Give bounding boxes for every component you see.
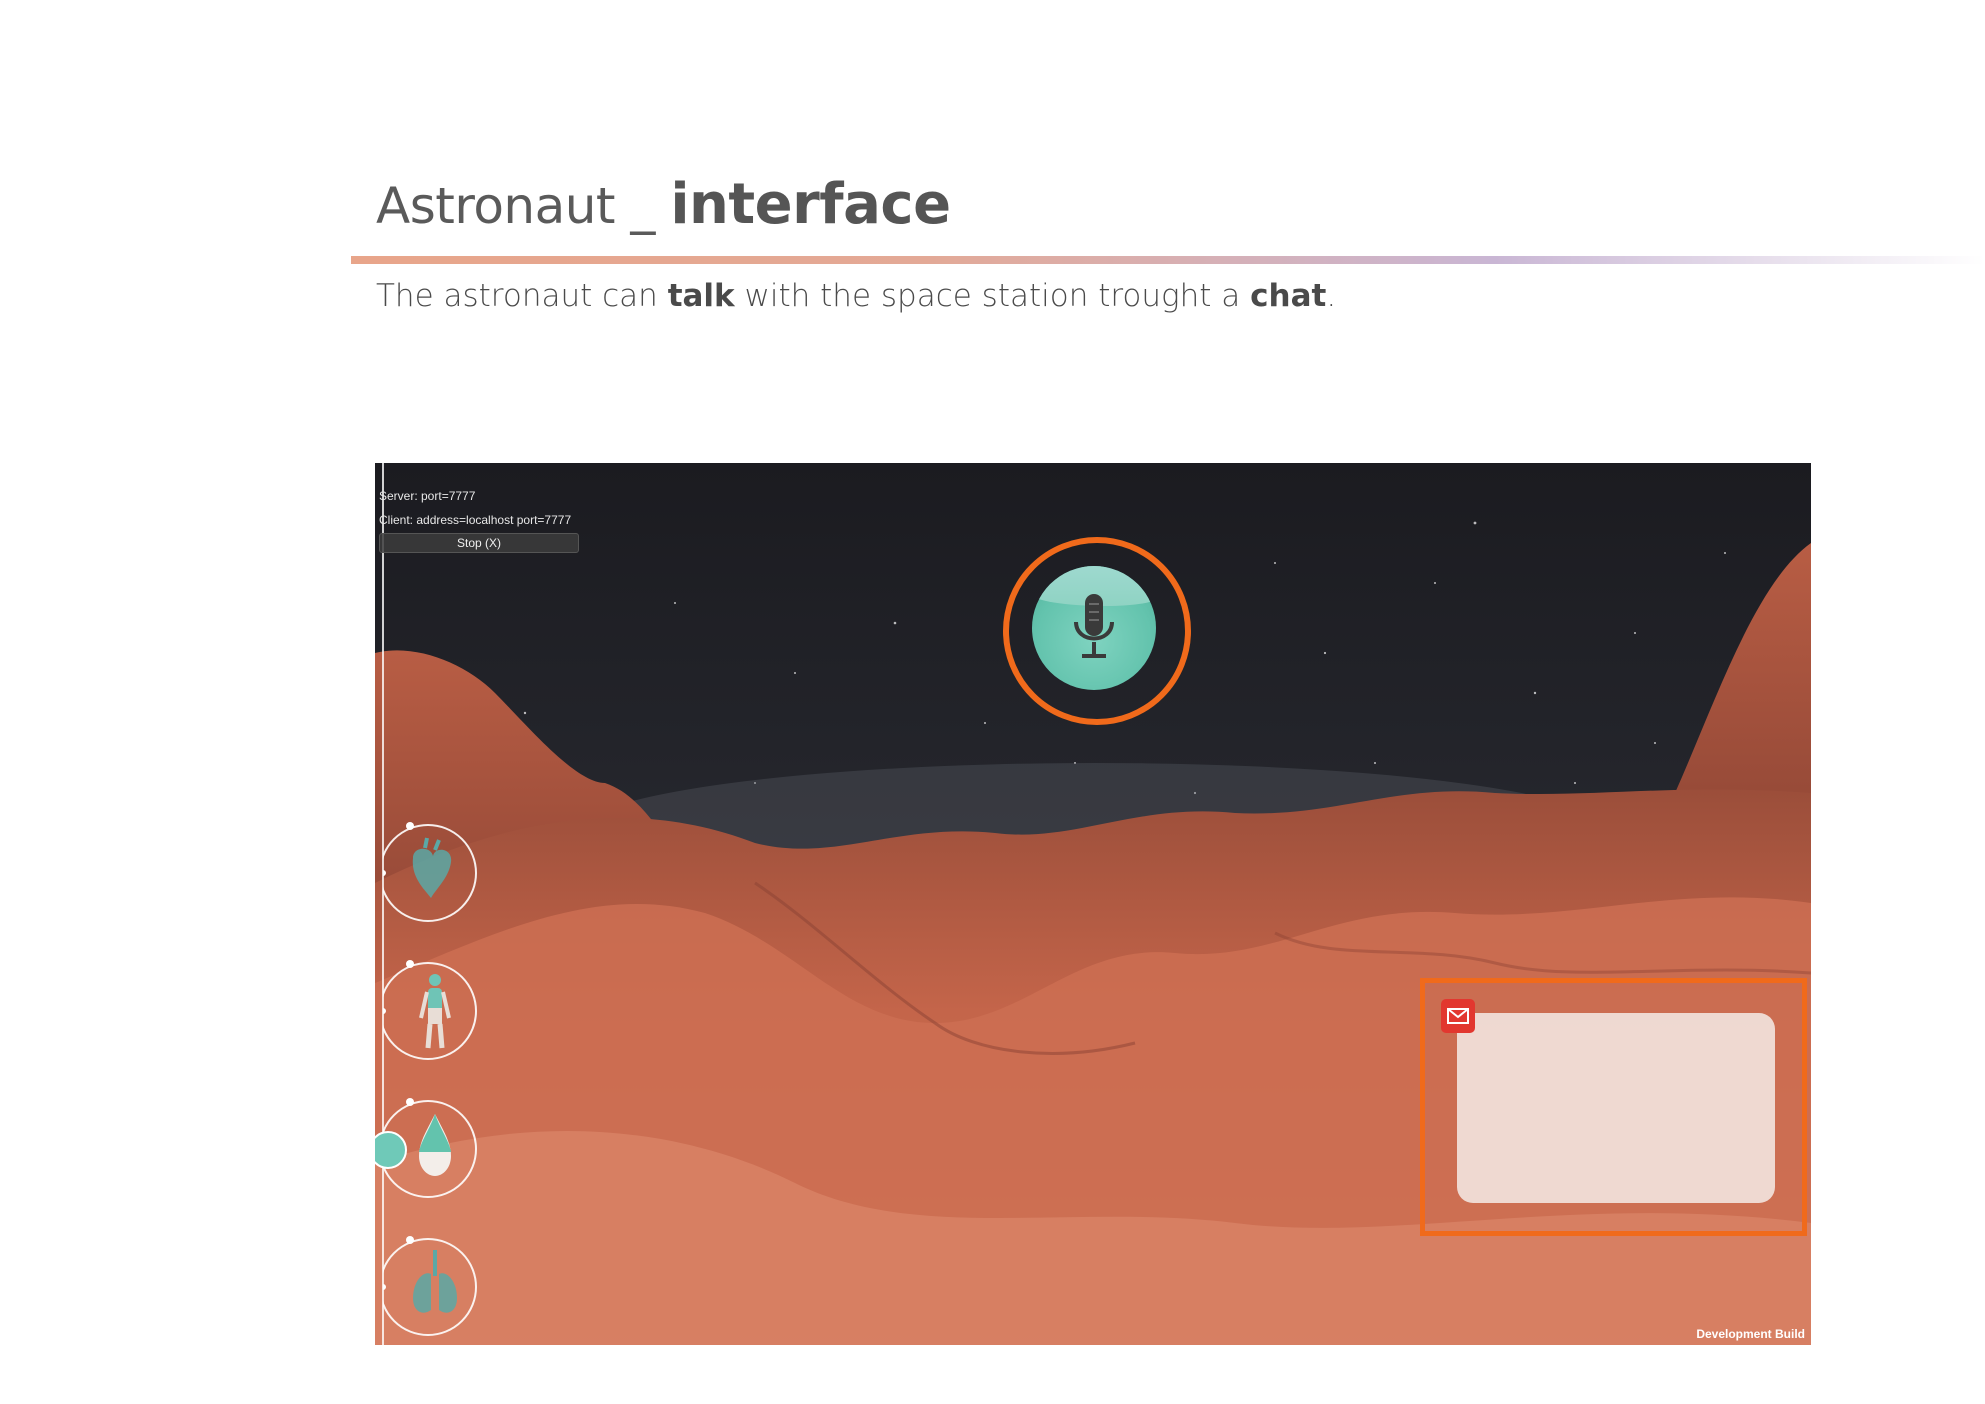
subtitle-text-2: with the space station trought a	[734, 278, 1251, 314]
heart-vital[interactable]	[379, 818, 493, 928]
stop-button[interactable]: Stop (X)	[379, 533, 579, 553]
microphone-icon	[1074, 594, 1114, 658]
page-title-regular: Astronaut _	[376, 177, 671, 235]
mail-button[interactable]	[1441, 999, 1475, 1033]
subtitle-chat: chat	[1250, 278, 1327, 314]
page-title-bold: interface	[670, 172, 951, 237]
body-vital[interactable]	[379, 956, 493, 1066]
heart-icon	[379, 822, 477, 922]
page-title: Astronaut _ interface	[376, 172, 951, 237]
body-icon	[379, 960, 477, 1060]
game-viewport: Server: port=7777 Client: address=localh…	[375, 463, 1811, 1345]
server-label: Server: port=7777	[379, 489, 476, 503]
subtitle-period: .	[1326, 278, 1337, 314]
lungs-icon	[379, 1236, 477, 1336]
page-subtitle: The astronaut can talk with the space st…	[376, 278, 1336, 314]
client-label: Client: address=localhost port=7777	[379, 513, 572, 527]
mail-icon	[1447, 1008, 1469, 1024]
microphone-button[interactable]	[1032, 566, 1156, 690]
subtitle-text-1: The astronaut can	[376, 278, 668, 314]
lungs-vital[interactable]	[379, 1232, 493, 1342]
title-underline	[351, 256, 1985, 264]
chat-panel[interactable]	[1457, 1013, 1775, 1203]
subtitle-talk: talk	[667, 278, 735, 314]
development-build-label: Development Build	[1696, 1327, 1805, 1341]
